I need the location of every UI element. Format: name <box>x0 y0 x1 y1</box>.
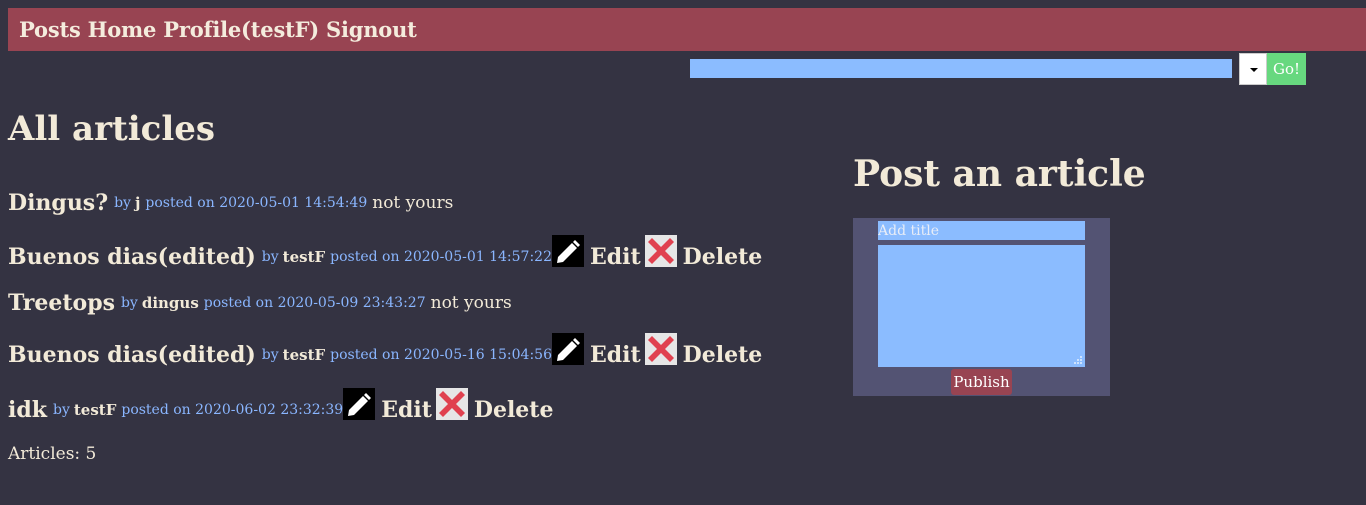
list-item: Buenos dias(edited) by testF posted on 2… <box>8 333 766 371</box>
edit-link[interactable]: Edit <box>590 244 641 270</box>
delete-link[interactable]: Delete <box>683 342 763 368</box>
list-item: Treetops by dingus posted on 2020-05-09 … <box>8 290 512 316</box>
post-by-label: by <box>120 295 138 311</box>
post-by-label: by <box>114 195 131 211</box>
pencil-icon[interactable] <box>552 333 584 365</box>
post-form-title: Post an article <box>853 153 1146 195</box>
post-author: testF <box>282 346 326 364</box>
nav-link-profile[interactable]: Profile(testF) <box>163 17 319 42</box>
post-author: testF <box>73 401 117 419</box>
delete-x-icon[interactable] <box>644 333 677 365</box>
post-title[interactable]: Buenos dias(edited) <box>8 342 256 368</box>
publish-button[interactable]: Publish <box>951 369 1012 395</box>
post-title[interactable]: idk <box>8 397 47 423</box>
post-title[interactable]: Dingus? <box>8 190 108 216</box>
post-date: posted on 2020-05-16 15:04:56 <box>330 347 552 363</box>
post-title[interactable]: Treetops <box>8 290 115 316</box>
edit-link[interactable]: Edit <box>381 397 432 423</box>
nav-link-home[interactable]: Home <box>88 17 157 42</box>
post-author: testF <box>282 248 326 266</box>
post-title[interactable]: Buenos dias(edited) <box>8 244 256 270</box>
search-input[interactable] <box>690 59 1232 78</box>
list-item: Buenos dias(edited) by testF posted on 2… <box>8 235 766 273</box>
list-item: Dingus? by j posted on 2020-05-01 14:54:… <box>8 190 453 216</box>
top-navbar: Posts Home Profile(testF) Signout <box>8 8 1366 51</box>
not-yours-label: not yours <box>372 193 454 213</box>
resize-grip-icon[interactable] <box>1073 355 1083 365</box>
title-input[interactable] <box>878 221 1085 240</box>
delete-x-icon[interactable] <box>644 235 677 267</box>
chevron-down-icon <box>1250 68 1258 72</box>
post-form: Publish <box>853 218 1110 396</box>
post-by-label: by <box>261 347 279 363</box>
pencil-icon[interactable] <box>552 235 584 267</box>
body-textarea[interactable] <box>878 245 1085 367</box>
post-author: j <box>134 194 141 212</box>
post-date: posted on 2020-05-01 14:54:49 <box>145 195 368 211</box>
search-filter-select[interactable] <box>1239 53 1267 85</box>
nav-link-posts[interactable]: Posts <box>19 17 81 42</box>
not-yours-label: not yours <box>430 293 512 313</box>
page-title: All articles <box>8 109 216 149</box>
post-by-label: by <box>261 249 279 265</box>
article-count: Articles: 5 <box>8 444 97 464</box>
delete-x-icon[interactable] <box>435 388 468 420</box>
go-button[interactable]: Go! <box>1267 53 1306 85</box>
edit-link[interactable]: Edit <box>590 342 641 368</box>
nav-link-signout[interactable]: Signout <box>326 17 417 42</box>
post-by-label: by <box>52 402 70 418</box>
post-date: posted on 2020-05-01 14:57:22 <box>330 249 552 265</box>
pencil-icon[interactable] <box>343 388 376 420</box>
post-author: dingus <box>141 294 199 312</box>
post-date: posted on 2020-06-02 23:32:39 <box>121 402 344 418</box>
delete-link[interactable]: Delete <box>683 244 763 270</box>
list-item: idk by testF posted on 2020-06-02 23:32:… <box>8 388 557 426</box>
delete-link[interactable]: Delete <box>474 397 554 423</box>
post-date: posted on 2020-05-09 23:43:27 <box>203 295 426 311</box>
